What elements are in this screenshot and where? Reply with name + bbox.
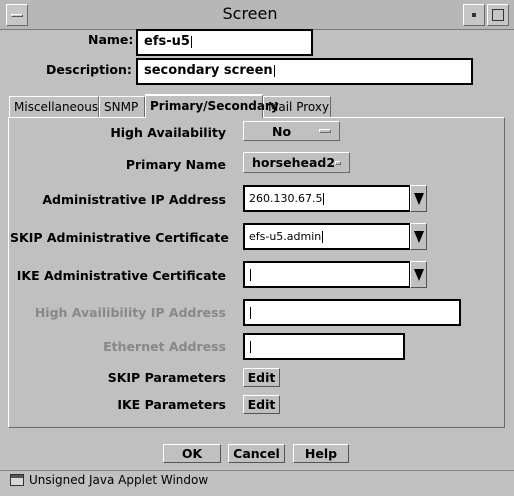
skip-admin-cert-value: efs-u5.admin [249, 230, 322, 243]
skip-admin-cert-dropdown-button[interactable] [410, 223, 427, 250]
status-text: Unsigned Java Applet Window [29, 473, 209, 487]
ike-admin-cert-field[interactable] [243, 261, 411, 288]
choice-indicator-icon [319, 129, 331, 133]
admin-ip-value: 260.130.67.5 [249, 192, 323, 205]
text-caret [322, 231, 324, 243]
ike-admin-cert-label: IKE Administrative Certificate [16, 268, 226, 283]
description-label: Description: [46, 62, 132, 77]
maximize-button[interactable] [487, 4, 509, 26]
description-field[interactable]: secondary screen [136, 58, 473, 85]
tab-miscellaneous[interactable]: Miscellaneous [9, 96, 99, 117]
skip-admin-cert-field[interactable]: efs-u5.admin [243, 223, 411, 250]
primary-name-value: horsehead2 [252, 155, 336, 170]
skip-admin-cert-label: SKIP Administrative Certificate [10, 230, 229, 245]
ha-ip-label: High Availibility IP Address [34, 305, 226, 320]
minimize-button[interactable] [463, 4, 485, 26]
minimize-icon [472, 13, 476, 17]
ike-params-edit-button[interactable]: Edit [243, 395, 280, 414]
applet-window-icon [10, 474, 24, 486]
name-value: efs-u5 [144, 34, 190, 49]
dropdown-arrow-icon [413, 230, 424, 243]
ike-admin-cert-dropdown-button[interactable] [410, 261, 427, 288]
text-caret [273, 64, 275, 77]
name-label: Name: [88, 32, 134, 47]
admin-ip-label: Administrative IP Address [42, 192, 226, 207]
skip-params-label: SKIP Parameters [107, 370, 226, 385]
title-bar: Screen [0, 0, 514, 30]
name-field[interactable]: efs-u5 [136, 29, 313, 56]
primary-name-label: Primary Name [125, 157, 226, 172]
choice-indicator-icon [335, 160, 341, 165]
window-menu-icon [11, 13, 23, 17]
ha-ip-field[interactable] [243, 299, 461, 326]
ethernet-label: Ethernet Address [103, 339, 226, 354]
cancel-button[interactable]: Cancel [228, 444, 285, 463]
text-caret [250, 341, 251, 353]
maximize-icon [492, 9, 504, 21]
text-caret [190, 35, 192, 48]
status-bar: Unsigned Java Applet Window [0, 470, 514, 490]
help-button[interactable]: Help [293, 444, 349, 463]
admin-ip-dropdown-button[interactable] [410, 185, 427, 212]
text-caret [250, 307, 251, 319]
description-value: secondary screen [144, 63, 273, 78]
high-availability-choice[interactable]: No [243, 121, 340, 141]
high-availability-value: No [272, 123, 292, 139]
ike-params-label: IKE Parameters [117, 397, 226, 412]
tab-snmp[interactable]: SNMP [99, 96, 145, 117]
dropdown-arrow-icon [413, 192, 424, 205]
primary-name-choice[interactable]: horsehead2 [243, 152, 350, 173]
text-caret [323, 193, 325, 205]
high-availability-label: High Availability [110, 125, 226, 140]
dropdown-arrow-icon [413, 268, 424, 281]
ethernet-field[interactable] [243, 333, 405, 360]
admin-ip-field[interactable]: 260.130.67.5 [243, 185, 411, 212]
skip-params-edit-button[interactable]: Edit [243, 368, 280, 387]
window-menu-button[interactable] [6, 4, 28, 26]
window-title: Screen [222, 4, 278, 23]
tab-primary-secondary[interactable]: Primary/Secondary [145, 94, 279, 118]
ok-button[interactable]: OK [163, 444, 221, 463]
text-caret [250, 269, 251, 281]
